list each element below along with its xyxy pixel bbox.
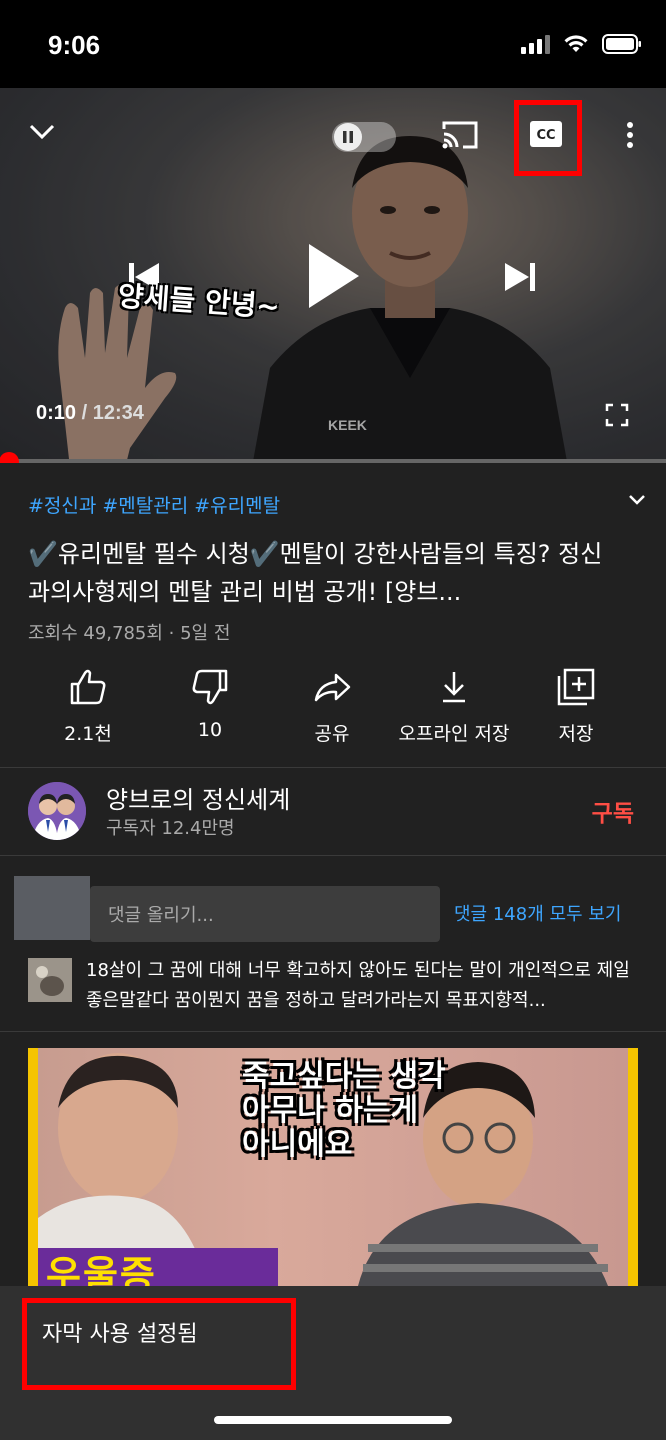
share-icon bbox=[314, 673, 351, 702]
dislike-button[interactable]: 10 bbox=[149, 667, 271, 746]
pause-icon bbox=[334, 123, 362, 151]
chevron-down-icon bbox=[629, 495, 645, 505]
video-player[interactable]: KEEK CC 양세들 안녕~ 0:10 / 12:34 bbox=[0, 88, 666, 461]
comment-input[interactable]: 댓글 올리기... bbox=[90, 886, 440, 942]
like-button[interactable]: 2.1천 bbox=[27, 667, 149, 746]
commenter-avatar bbox=[28, 958, 72, 1002]
total-time: 12:34 bbox=[92, 402, 144, 424]
status-time: 9:06 bbox=[48, 30, 101, 60]
share-button[interactable]: 공유 bbox=[271, 667, 393, 746]
minimize-button[interactable] bbox=[26, 116, 58, 148]
cc-highlight-box bbox=[514, 100, 582, 176]
caption-line: 아니에요 bbox=[242, 1127, 353, 1162]
like-count: 2.1천 bbox=[64, 723, 112, 745]
download-button[interactable]: 오프라인 저장 bbox=[393, 667, 515, 746]
comments-section: 댓글 올리기... 댓글 148개 모두 보기 18살이 그 꿈에 대해 너무 … bbox=[0, 856, 666, 1032]
expand-description-button[interactable] bbox=[628, 491, 646, 510]
channel-name[interactable]: 양브로의 정신세계 bbox=[106, 780, 290, 815]
hashtag-link[interactable]: #정신과 bbox=[28, 495, 96, 517]
next-icon bbox=[505, 263, 535, 291]
more-vert-icon bbox=[627, 122, 633, 148]
save-label: 저장 bbox=[558, 723, 594, 745]
caption-line: 아무나 하는게 bbox=[242, 1093, 419, 1128]
status-icons bbox=[521, 34, 642, 54]
like-icon bbox=[70, 669, 106, 705]
view-all-comments-link[interactable]: 댓글 148개 모두 보기 bbox=[454, 900, 621, 926]
download-label: 오프라인 저장 bbox=[398, 723, 510, 745]
autoplay-toggle[interactable] bbox=[332, 122, 396, 152]
subscriber-count: 구독자 12.4만명 bbox=[106, 818, 235, 839]
subscribe-button[interactable]: 구독 bbox=[592, 794, 634, 828]
more-options-button[interactable] bbox=[616, 118, 644, 152]
fullscreen-button[interactable] bbox=[602, 400, 632, 430]
action-bar: 2.1천 10 공유 오프라인 저장 저장 bbox=[27, 667, 637, 746]
signal-icon bbox=[521, 34, 550, 54]
save-to-playlist-button[interactable]: 저장 bbox=[515, 667, 637, 746]
video-title[interactable]: ✔️유리멘탈 필수 시청✔️멘탈이 강한사람들의 특징? 정신과의사형제의 멘탈… bbox=[28, 535, 608, 611]
status-bar: 9:06 bbox=[0, 0, 666, 88]
wifi-icon bbox=[564, 35, 588, 52]
next-video-card[interactable]: 우울증 죽고싶다는 생각 아무나 하는게 아니에요 bbox=[0, 1032, 666, 1286]
time-display: 0:10 / 12:34 bbox=[36, 402, 144, 425]
next-button[interactable] bbox=[498, 254, 544, 300]
home-indicator[interactable] bbox=[214, 1416, 452, 1424]
thumbnail-caption: 죽고싶다는 생각 아무나 하는게 아니에요 bbox=[242, 1060, 446, 1162]
thumbnail-bottom-text: 우울증 bbox=[46, 1253, 157, 1286]
channel-row[interactable]: 양브로의 정신세계 구독자 12.4만명 구독 bbox=[0, 768, 666, 856]
hashtag-link[interactable]: #멘탈관리 bbox=[102, 495, 188, 517]
play-icon bbox=[309, 244, 359, 308]
video-meta: 조회수 49,785회 · 5일 전 bbox=[28, 623, 231, 644]
chevron-down-icon bbox=[29, 124, 55, 140]
time-separator: / bbox=[76, 402, 93, 424]
hashtags: #정신과 #멘탈관리 #유리멘탈 bbox=[28, 491, 286, 518]
channel-avatar[interactable] bbox=[28, 782, 86, 840]
download-icon bbox=[443, 672, 465, 703]
save-playlist-icon bbox=[557, 668, 595, 706]
cast-icon bbox=[442, 121, 478, 149]
dislike-icon bbox=[192, 669, 228, 705]
next-video-thumbnail[interactable]: 우울증 죽고싶다는 생각 아무나 하는게 아니에요 bbox=[28, 1048, 638, 1286]
snackbar-highlight-box bbox=[22, 1298, 296, 1390]
share-label: 공유 bbox=[314, 723, 350, 745]
current-time: 0:10 bbox=[36, 402, 77, 424]
user-avatar bbox=[14, 876, 90, 940]
caption-line: 죽고싶다는 생각 bbox=[242, 1059, 446, 1094]
video-info: #정신과 #멘탈관리 #유리멘탈 ✔️유리멘탈 필수 시청✔️멘탈이 강한사람들의 … bbox=[0, 463, 666, 768]
dislike-count: 10 bbox=[197, 719, 223, 741]
fullscreen-icon bbox=[605, 403, 629, 427]
hashtag-link[interactable]: #유리멘탈 bbox=[194, 495, 280, 517]
cast-button[interactable] bbox=[440, 118, 480, 152]
play-button[interactable] bbox=[298, 238, 368, 314]
battery-icon bbox=[602, 34, 641, 54]
top-comment[interactable]: 18살이 그 꿈에 대해 너무 확고하지 않아도 된다는 말이 개인적으로 제일… bbox=[86, 956, 646, 1016]
